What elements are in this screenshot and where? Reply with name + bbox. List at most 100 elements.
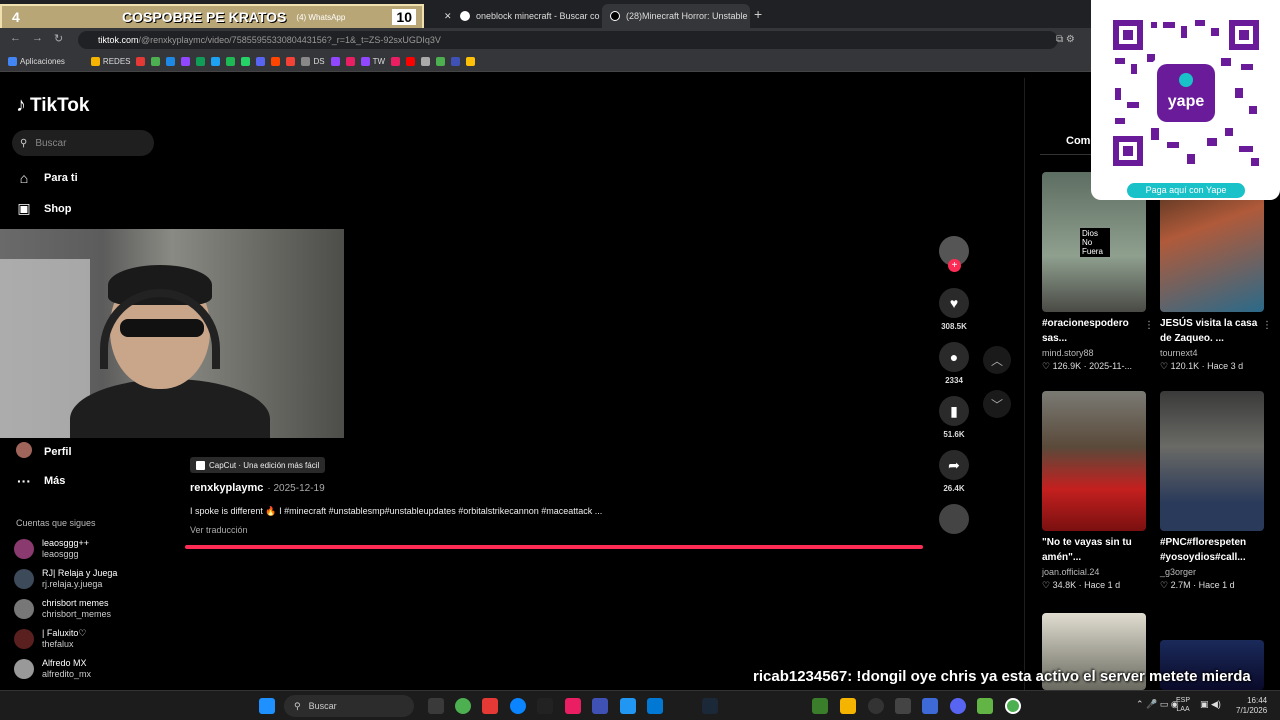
twitch-icon[interactable] xyxy=(330,57,340,66)
back-icon[interactable]: ← xyxy=(10,32,21,44)
reddit-icon[interactable] xyxy=(271,57,281,66)
following-account[interactable]: chrisbort memes chrisbort_memes xyxy=(14,598,111,620)
bookmark-icon[interactable] xyxy=(466,57,476,66)
windows-start-icon[interactable] xyxy=(259,698,275,714)
bookmark-icon[interactable] xyxy=(451,57,461,66)
nav-shop[interactable]: ▣ Shop xyxy=(16,200,72,217)
steam-icon[interactable] xyxy=(702,698,718,714)
taskbar-clock[interactable]: 16:44 7/1/2026 xyxy=(1236,696,1267,716)
nav-more[interactable]: ··· Más xyxy=(16,473,65,489)
terminal-icon[interactable] xyxy=(537,698,553,714)
like-button[interactable]: ♥ 308.5K xyxy=(937,288,971,331)
forward-icon[interactable]: → xyxy=(32,32,43,44)
following-account[interactable]: Alfredo MX alfredito_mx xyxy=(14,658,91,680)
app-icon[interactable] xyxy=(922,698,938,714)
bookmark-icon[interactable] xyxy=(421,57,431,66)
app-icon[interactable] xyxy=(977,698,993,714)
tab-tiktok-video[interactable]: (28)Minecraft Horror: Unstable ✕ xyxy=(602,4,750,28)
app-icon[interactable] xyxy=(482,698,498,714)
extensions-icon[interactable]: ⧉ ⚙ xyxy=(1056,34,1075,45)
translate-link[interactable]: Ver traducción xyxy=(190,525,248,535)
tiktok-logo[interactable]: ♪ TikTok xyxy=(16,94,89,117)
bookmark-folder-ds[interactable]: DS xyxy=(301,57,325,66)
wifi-volume-icons[interactable]: ▣ ◀) xyxy=(1200,699,1221,710)
following-account[interactable]: leaosggg++ leaosggg xyxy=(14,538,89,560)
bookmark-icon[interactable] xyxy=(345,57,355,66)
spotify-icon[interactable] xyxy=(226,57,236,66)
url-field[interactable]: tiktok.com/@renxkyplaymc/video/758559553… xyxy=(78,31,1058,49)
tiktok-icon xyxy=(610,11,620,21)
previous-video-button[interactable]: ︿ xyxy=(983,346,1011,374)
nav-profile[interactable]: Perfil xyxy=(16,442,72,461)
comment-button[interactable]: ● 2334 xyxy=(937,342,971,385)
chrome-icon[interactable] xyxy=(151,57,161,66)
next-video-button[interactable]: ﹀ xyxy=(983,390,1011,418)
related-video-card[interactable]: Dios No Fuera #oracionespodero sas... mi… xyxy=(1042,172,1154,372)
account-user: alfredito_mx xyxy=(42,669,92,679)
video-progress-bar[interactable] xyxy=(185,545,923,549)
more-options-icon[interactable]: ⋮ xyxy=(1262,320,1272,331)
search-input[interactable]: ⚲ Buscar xyxy=(12,130,154,156)
nav-label: Shop xyxy=(44,202,72,215)
account-user: rj.relaja.y.juega xyxy=(42,579,103,589)
close-tab-icon[interactable]: ✕ xyxy=(436,4,452,28)
new-tab-button[interactable]: + xyxy=(754,6,762,22)
related-video-card[interactable]: "No te vayas sin tu amén"... joan.offici… xyxy=(1042,391,1150,591)
kick-icon[interactable] xyxy=(196,57,206,66)
bookmark-icon[interactable] xyxy=(211,57,221,66)
capcut-badge[interactable]: CapCut · Una edición más fácil xyxy=(190,457,326,473)
bookmark-icon[interactable] xyxy=(436,57,446,66)
music-disc-button[interactable] xyxy=(937,504,971,534)
task-view-icon[interactable] xyxy=(428,698,444,714)
edge-icon[interactable] xyxy=(510,698,526,714)
bookmark-icon[interactable] xyxy=(391,57,401,66)
tiktok-app-icon[interactable] xyxy=(565,698,581,714)
folder-icon xyxy=(90,57,100,66)
minecraft-icon[interactable] xyxy=(812,698,828,714)
video-author[interactable]: renxkyplaymc · 2025-12-19 xyxy=(190,482,325,494)
share-button[interactable]: ➦ 26.4K xyxy=(937,450,971,493)
file-explorer-icon[interactable] xyxy=(840,698,856,714)
bookmark-icon[interactable] xyxy=(406,57,416,66)
chrome-icon[interactable] xyxy=(1005,698,1021,714)
taskbar-search[interactable]: ⚲ Buscar xyxy=(284,695,414,717)
bookmark-folder-tw[interactable]: TW xyxy=(360,57,386,66)
bookmark-folder-redes[interactable]: REDES xyxy=(90,57,130,66)
author-avatar-button[interactable]: + xyxy=(937,236,971,272)
follow-plus-icon[interactable]: + xyxy=(948,259,961,272)
author-name[interactable]: renxkyplaymc xyxy=(190,482,263,494)
related-video-card[interactable]: JESÚS visita la casa de Zaqueo. ... tour… xyxy=(1160,172,1272,372)
card-meta: ♡ 34.8K · Hace 1 d xyxy=(1042,580,1121,590)
nav-label: Perfil xyxy=(44,445,72,458)
notepad-icon[interactable] xyxy=(620,698,636,714)
following-account[interactable]: RJ| Relaja y Juega rj.relaja.y.juega xyxy=(14,568,117,590)
twitch-icon[interactable] xyxy=(181,57,191,66)
whatsapp-icon[interactable] xyxy=(241,57,251,66)
account-name: Alfredo MX xyxy=(42,658,87,668)
tab-google-search[interactable]: oneblock minecraft - Buscar co ✕ xyxy=(452,4,600,28)
reload-icon[interactable]: ↻ xyxy=(54,32,63,45)
video-date: · 2025-12-19 xyxy=(267,483,325,494)
app-icon[interactable] xyxy=(895,698,911,714)
bookmark-label: TW xyxy=(372,57,386,66)
language-indicator[interactable]: ESP LAA xyxy=(1176,696,1190,714)
following-account[interactable]: | Faluxito♡ thefalux xyxy=(14,628,86,650)
save-button[interactable]: ▮ 51.6K xyxy=(937,396,971,439)
avatar xyxy=(14,659,34,679)
nav-for-you[interactable]: ⌂ Para ti xyxy=(16,170,78,186)
obs-icon[interactable] xyxy=(868,698,884,714)
discord-icon[interactable] xyxy=(950,698,966,714)
related-video-card[interactable]: #PNC#florespeten #yosoydios#call... _g3o… xyxy=(1160,391,1268,591)
bookmark-icon[interactable] xyxy=(286,57,296,66)
more-options-icon[interactable]: ⋮ xyxy=(1144,320,1154,331)
bookmark-icon[interactable] xyxy=(166,57,176,66)
bookmark-apps[interactable]: Aplicaciones xyxy=(8,57,65,66)
app-icon[interactable] xyxy=(647,698,663,714)
discord-icon[interactable] xyxy=(256,57,266,66)
youtube-icon[interactable] xyxy=(136,57,146,66)
app-icon[interactable] xyxy=(592,698,608,714)
chrome-icon[interactable] xyxy=(455,698,471,714)
system-tray-icons[interactable]: ⌃ 🎤 ▭ ◉ xyxy=(1136,699,1179,710)
whatsapp-tab-label[interactable]: (4) WhatsApp xyxy=(296,13,345,22)
account-name: chrisbort memes xyxy=(42,598,109,608)
